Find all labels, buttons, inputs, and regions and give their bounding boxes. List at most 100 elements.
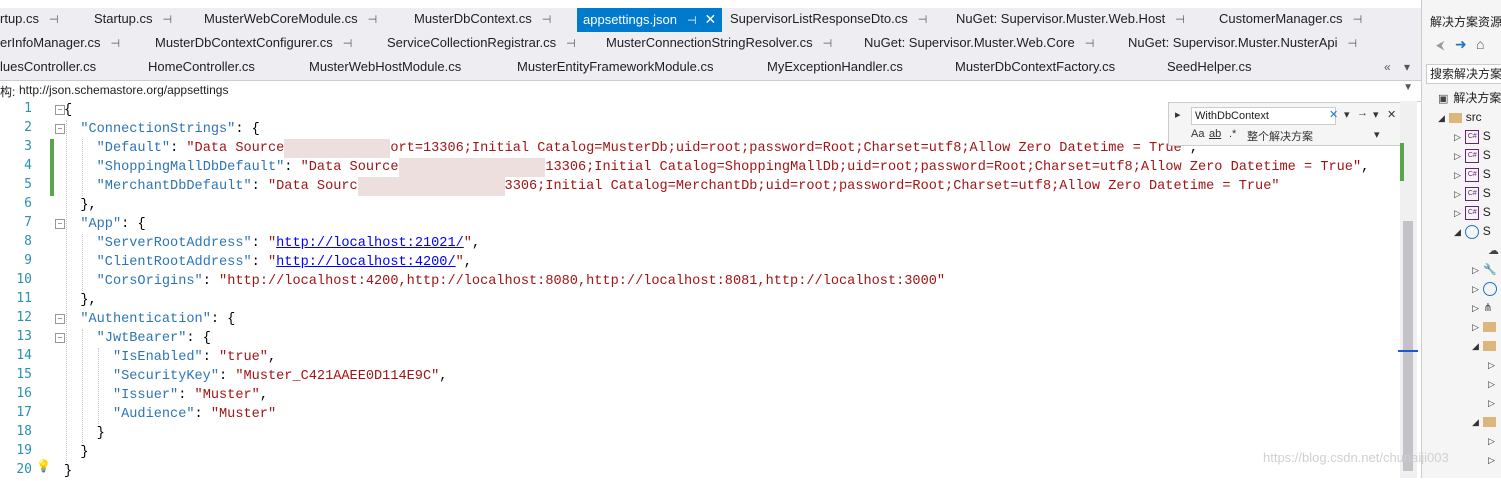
tab-item[interactable]: CustomerManager.cs ⊣ [1219,8,1362,32]
pin-icon[interactable]: ⊣ [687,15,697,27]
tab-item[interactable]: NuGet: Supervisor.Muster.Web.Core ⊣ [864,32,1094,56]
tree-item-project[interactable]: ▷ C# S [1454,165,1491,184]
pin-icon[interactable]: ⊣ [823,38,833,50]
tree-item-node[interactable]: ◢ [1472,412,1497,432]
regex-toggle[interactable]: .* [1229,128,1236,140]
tab-item[interactable]: MusterDbContextConfigurer.cs ⊣ [155,32,352,56]
tree-item-web-project[interactable]: ◢ S [1454,222,1491,241]
tab-item[interactable]: Startup.cs ⊣ [94,8,172,32]
chevron-right-icon[interactable]: ▷ [1454,147,1462,166]
pin-icon[interactable]: ⊣ [110,38,120,50]
tree-item-node[interactable]: ▷ [1488,374,1496,393]
tab-overflow-icon[interactable]: « [1384,56,1391,80]
tab-item[interactable]: luesController.cs [0,56,96,80]
tab-item[interactable]: NuGet: Supervisor.Muster.NusterApi ⊣ [1128,32,1357,56]
chevron-down-icon[interactable]: ◢ [1472,337,1480,356]
forward-icon[interactable]: ➜ [1455,36,1467,53]
pin-icon[interactable]: ⊣ [49,14,59,26]
tab-item[interactable]: SeedHelper.cs [1167,56,1252,80]
tab-item[interactable]: rtup.cs ⊣ [0,8,59,32]
find-menu-icon[interactable]: ▾ [1373,108,1379,121]
tab-item[interactable]: NuGet: Supervisor.Muster.Web.Host ⊣ [956,8,1185,32]
tree-item-node[interactable]: ☁ [1488,241,1500,260]
clear-search-icon[interactable]: ✕ [1329,108,1338,121]
chevron-down-icon[interactable]: ▼ [1403,82,1413,93]
pin-icon[interactable]: ⊣ [566,38,576,50]
chevron-down-icon[interactable]: ▾ [1374,128,1380,141]
chevron-right-icon[interactable]: ▷ [1472,299,1480,318]
tree-item-node[interactable]: ▷ [1488,393,1496,412]
pin-icon[interactable]: ⊣ [1175,14,1185,26]
solution-search-input[interactable]: 搜索解决方案 [1426,64,1501,84]
tab-item[interactable]: MusterWebHostModule.cs [309,56,461,80]
find-input[interactable]: WithDbContext [1191,107,1336,125]
tab-item[interactable]: MusterDbContext.cs ⊣ [414,8,551,32]
chevron-down-icon[interactable]: ◢ [1438,109,1446,128]
tab-item[interactable]: ServiceCollectionRegistrar.cs ⊣ [387,32,576,56]
expand-icon[interactable]: ▸ [1175,108,1181,121]
chevron-right-icon[interactable]: ▷ [1488,394,1496,413]
tree-item-src[interactable]: ◢ src [1438,108,1482,127]
line-number: 3 [24,139,32,154]
lightbulb-icon[interactable]: 💡 [36,459,51,473]
tree-label: S [1482,205,1491,219]
pin-icon[interactable]: ⊣ [343,38,353,50]
chevron-right-icon[interactable]: ▷ [1454,128,1462,147]
chevron-right-icon[interactable]: ▷ [1488,356,1496,375]
pin-icon[interactable]: ⊣ [1348,38,1358,50]
chevron-down-icon[interactable]: ◢ [1454,223,1462,242]
scope-dropdown[interactable]: 整个解决方案 [1247,128,1313,144]
pin-icon[interactable]: ⊣ [542,14,552,26]
find-next-button[interactable]: → [1357,107,1368,119]
whole-word-toggle[interactable]: ab [1209,128,1221,140]
chevron-right-icon[interactable]: ▷ [1488,432,1496,451]
tab-item[interactable]: MusterEntityFrameworkModule.cs [517,56,714,80]
chevron-right-icon[interactable]: ▷ [1472,318,1480,337]
tree-item-node[interactable]: ▷ [1472,279,1498,299]
chevron-right-icon[interactable]: ▷ [1454,185,1462,204]
vertical-scrollbar[interactable] [1398,101,1418,478]
match-case-toggle[interactable]: Aa [1191,128,1204,140]
chevron-right-icon[interactable]: ▷ [1454,204,1462,223]
tree-item-node[interactable]: ▷ [1488,355,1496,374]
tab-item[interactable]: MyExceptionHandler.cs [767,56,903,80]
home-icon[interactable]: ⌂ [1476,36,1484,52]
chevron-right-icon[interactable]: ▷ [1488,451,1496,470]
tree-item-node[interactable]: ▷ ⋔ [1472,298,1495,317]
chevron-down-icon[interactable]: ◢ [1472,413,1480,432]
pin-icon[interactable]: ⊣ [918,14,928,26]
tab-item[interactable]: erInfoManager.cs ⊣ [0,32,120,56]
tab-item[interactable]: MusterConnectionStringResolver.cs ⊣ [606,32,832,56]
schema-url-field[interactable]: http://json.schemastore.org/appsettings [19,83,228,97]
chevron-right-icon[interactable]: ▷ [1454,166,1462,185]
chevron-right-icon[interactable]: ▷ [1472,261,1480,280]
tree-item-node[interactable]: ▷ [1472,317,1497,337]
tree-item-solution[interactable]: ▣ 解决方案 [1438,89,1501,108]
tree-item-node[interactable]: ◢ [1472,336,1497,356]
tree-item-project[interactable]: ▷ C# S [1454,127,1491,146]
tab-item[interactable]: HomeController.cs [148,56,255,80]
scroll-thumb[interactable] [1403,221,1413,471]
pin-icon[interactable]: ⊣ [163,14,173,26]
tree-item-node[interactable]: ▷ 🔧 [1472,260,1497,280]
tab-item[interactable]: SupervisorListResponseDto.cs ⊣ [730,8,927,32]
tree-item-project[interactable]: ▷ C# S [1454,146,1491,165]
pin-icon[interactable]: ⊣ [1353,14,1363,26]
chevron-right-icon[interactable]: ▷ [1472,280,1480,299]
tab-item[interactable]: MusterWebCoreModule.cs ⊣ [204,8,377,32]
back-icon[interactable]: ⮜ [1436,38,1445,53]
close-find-button[interactable]: ✕ [1387,108,1396,121]
pin-icon[interactable]: ⊣ [368,14,378,26]
tree-item-node[interactable]: ▷ [1488,450,1496,469]
tree-item-project[interactable]: ▷ C# S [1454,184,1491,203]
tab-item[interactable]: MusterDbContextFactory.cs [955,56,1115,80]
close-icon[interactable]: ✕ [705,11,717,27]
pin-icon[interactable]: ⊣ [1085,38,1095,50]
tab-appsettings-json[interactable]: appsettings.json ⊣ ✕ [577,8,723,32]
code-editor[interactable]: 1 2 3 4 5 6 7 8 9 10 11 12 13 14 15 16 17 18 19 20 − − − − … [0,101,1400,479]
find-options-icon[interactable]: ▾ [1344,108,1350,121]
tab-dropdown-icon[interactable]: ▾ [1404,56,1410,80]
tree-item-project[interactable]: ▷ C# S [1454,203,1491,222]
chevron-right-icon[interactable]: ▷ [1488,375,1496,394]
tree-item-node[interactable]: ▷ [1488,431,1496,450]
